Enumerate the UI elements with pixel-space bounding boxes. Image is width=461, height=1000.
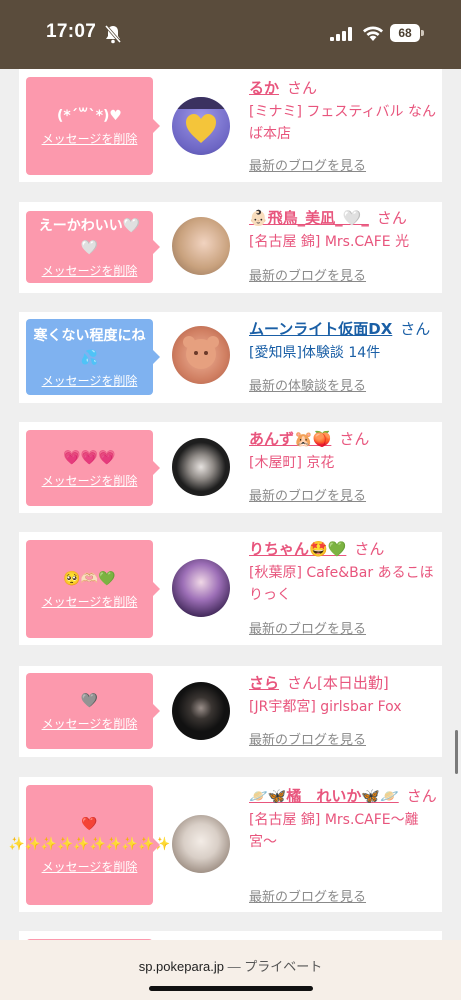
- avatar[interactable]: [172, 438, 230, 496]
- message-card: えーかわいい🤍🤍 メッセージを削除 👶🏻飛鳥_美凪_🤍_ さん [名古屋 錦] M…: [19, 202, 442, 293]
- delete-message-link[interactable]: メッセージを削除: [42, 593, 138, 610]
- profile-name-link[interactable]: あんず🐹🍑: [249, 430, 331, 448]
- wifi-icon: [363, 26, 383, 41]
- message-bubble: 🥺🫶🏻💚 メッセージを削除: [26, 540, 160, 638]
- delete-message-link[interactable]: メッセージを削除: [42, 262, 138, 279]
- url-bar[interactable]: sp.pokepara.jp — プライベート: [0, 940, 461, 1000]
- latest-blog-link[interactable]: 最新のブログを見る: [249, 886, 366, 905]
- latest-experience-link[interactable]: 最新の体験談を見る: [249, 375, 366, 394]
- profile-name-link[interactable]: 👶🏻飛鳥_美凪_🤍_: [249, 209, 369, 227]
- message-card: 🩶 メッセージを削除 さら さん[本日出勤] [JR宇都宮] girlsbar F…: [19, 666, 442, 757]
- message-card: 💗💗💗 メッセージを削除 あんず🐹🍑 さん [木屋町] 京花 最新のブログを見る: [19, 422, 442, 513]
- message-bubble: 寒くない程度にね💦 メッセージを削除: [26, 319, 160, 395]
- url-domain: sp.pokepara.jp: [138, 959, 224, 974]
- message-text: 🩶: [80, 693, 99, 709]
- url-text[interactable]: sp.pokepara.jp — プライベート: [0, 956, 461, 975]
- status-time: 17:07: [46, 21, 97, 42]
- profile-name-link[interactable]: りちゃん🤩💚: [249, 540, 346, 558]
- battery-icon: 68: [390, 24, 420, 42]
- bell-off-icon: [104, 25, 122, 44]
- latest-blog-link[interactable]: 最新のブログを見る: [249, 729, 366, 748]
- message-bubble: 🩶 メッセージを削除: [26, 673, 160, 749]
- profile-name-link[interactable]: 🪐🦋橘 れいか🦋🪐: [249, 787, 399, 805]
- latest-blog-link[interactable]: 最新のブログを見る: [249, 485, 366, 504]
- message-card: 寒くない程度にね💦 メッセージを削除 ムーンライト仮面DX さん [愛知県]体験談…: [19, 312, 442, 403]
- avatar[interactable]: [172, 815, 230, 873]
- message-card: (*´꒳`*)♥ メッセージを削除 るか さん [ミナミ] フェスティバル なんば…: [19, 69, 442, 182]
- url-separator: —: [227, 959, 241, 974]
- message-text: 寒くない程度にね💦: [33, 328, 146, 366]
- delete-message-link[interactable]: メッセージを削除: [42, 858, 138, 875]
- delete-message-link[interactable]: メッセージを削除: [42, 715, 138, 732]
- message-text: 🥺🫶🏻💚: [63, 571, 116, 587]
- message-bubble: ❤️✨✨✨✨✨✨✨✨✨✨ メッセージを削除: [9, 785, 170, 905]
- latest-blog-link[interactable]: 最新のブログを見る: [249, 618, 366, 637]
- shop-name: [秋葉原] Cafe&Bar あるこほりっく: [249, 565, 434, 603]
- profile-info: あんず🐹🍑 さん [木屋町] 京花: [249, 428, 439, 474]
- message-card: ❤️✨✨✨✨✨✨✨✨✨✨ メッセージを削除 🪐🦋橘 れいか🦋🪐 さん [名古屋 錦…: [9, 777, 442, 912]
- avatar[interactable]: [172, 97, 230, 155]
- message-bubble: (*´꒳`*)♥ メッセージを削除: [26, 77, 160, 175]
- shop-name: [名古屋 錦] Mrs.CAFE〜離宮〜: [249, 812, 419, 850]
- avatar[interactable]: [172, 326, 230, 384]
- shop-name: [JR宇都宮] girlsbar Fox: [249, 699, 402, 715]
- shop-name: [愛知県]体験談 14件: [249, 345, 381, 361]
- signal-icon: [330, 27, 352, 41]
- honorific: さん: [339, 430, 370, 448]
- message-text: えーかわいい🤍🤍: [38, 218, 141, 256]
- message-text: (*´꒳`*)♥: [57, 108, 122, 124]
- profile-name-link[interactable]: ムーンライト仮面DX: [249, 320, 392, 338]
- honorific: さん: [354, 540, 385, 558]
- honorific: さん: [287, 79, 318, 97]
- message-bubble: えーかわいい🤍🤍 メッセージを削除: [26, 211, 160, 283]
- profile-info: 🪐🦋橘 れいか🦋🪐 さん [名古屋 錦] Mrs.CAFE〜離宮〜: [249, 785, 439, 853]
- honorific: さん[本日出勤]: [287, 674, 389, 692]
- message-bubble: 💗💗💗 メッセージを削除: [26, 430, 160, 506]
- delete-message-link[interactable]: メッセージを削除: [42, 130, 138, 147]
- status-bar: 17:07 68: [0, 0, 461, 69]
- message-text: ❤️✨✨✨✨✨✨✨✨✨✨: [8, 817, 171, 852]
- profile-info: ムーンライト仮面DX さん [愛知県]体験談 14件: [249, 318, 439, 364]
- latest-blog-link[interactable]: 最新のブログを見る: [249, 265, 366, 284]
- home-indicator[interactable]: [149, 986, 313, 991]
- message-text: 💗💗💗: [63, 450, 116, 466]
- profile-name-link[interactable]: るか: [249, 79, 279, 97]
- avatar[interactable]: [172, 682, 230, 740]
- scrollbar-thumb[interactable]: [455, 730, 458, 774]
- shop-name: [木屋町] 京花: [249, 455, 335, 471]
- delete-message-link[interactable]: メッセージを削除: [42, 372, 138, 389]
- message-card: [19, 931, 442, 940]
- avatar[interactable]: [172, 217, 230, 275]
- profile-info: 👶🏻飛鳥_美凪_🤍_ さん [名古屋 錦] Mrs.CAFE 光: [249, 207, 439, 253]
- profile-info: りちゃん🤩💚 さん [秋葉原] Cafe&Bar あるこほりっく: [249, 538, 439, 606]
- profile-info: るか さん [ミナミ] フェスティバル なんば本店: [249, 77, 439, 145]
- profile-info: さら さん[本日出勤] [JR宇都宮] girlsbar Fox: [249, 672, 439, 718]
- message-card: 🥺🫶🏻💚 メッセージを削除 りちゃん🤩💚 さん [秋葉原] Cafe&Bar ある…: [19, 532, 442, 645]
- honorific: さん: [406, 787, 437, 805]
- avatar[interactable]: [172, 559, 230, 617]
- honorific: さん: [376, 209, 407, 227]
- delete-message-link[interactable]: メッセージを削除: [42, 472, 138, 489]
- honorific: さん: [400, 320, 431, 338]
- message-list[interactable]: (*´꒳`*)♥ メッセージを削除 るか さん [ミナミ] フェスティバル なんば…: [0, 69, 461, 940]
- latest-blog-link[interactable]: 最新のブログを見る: [249, 155, 366, 174]
- private-mode-label: プライベート: [244, 959, 323, 974]
- profile-name-link[interactable]: さら: [249, 674, 279, 692]
- battery-tip: [421, 30, 424, 36]
- shop-name: [名古屋 錦] Mrs.CAFE 光: [249, 234, 410, 250]
- shop-name: [ミナミ] フェスティバル なんば本店: [249, 104, 436, 142]
